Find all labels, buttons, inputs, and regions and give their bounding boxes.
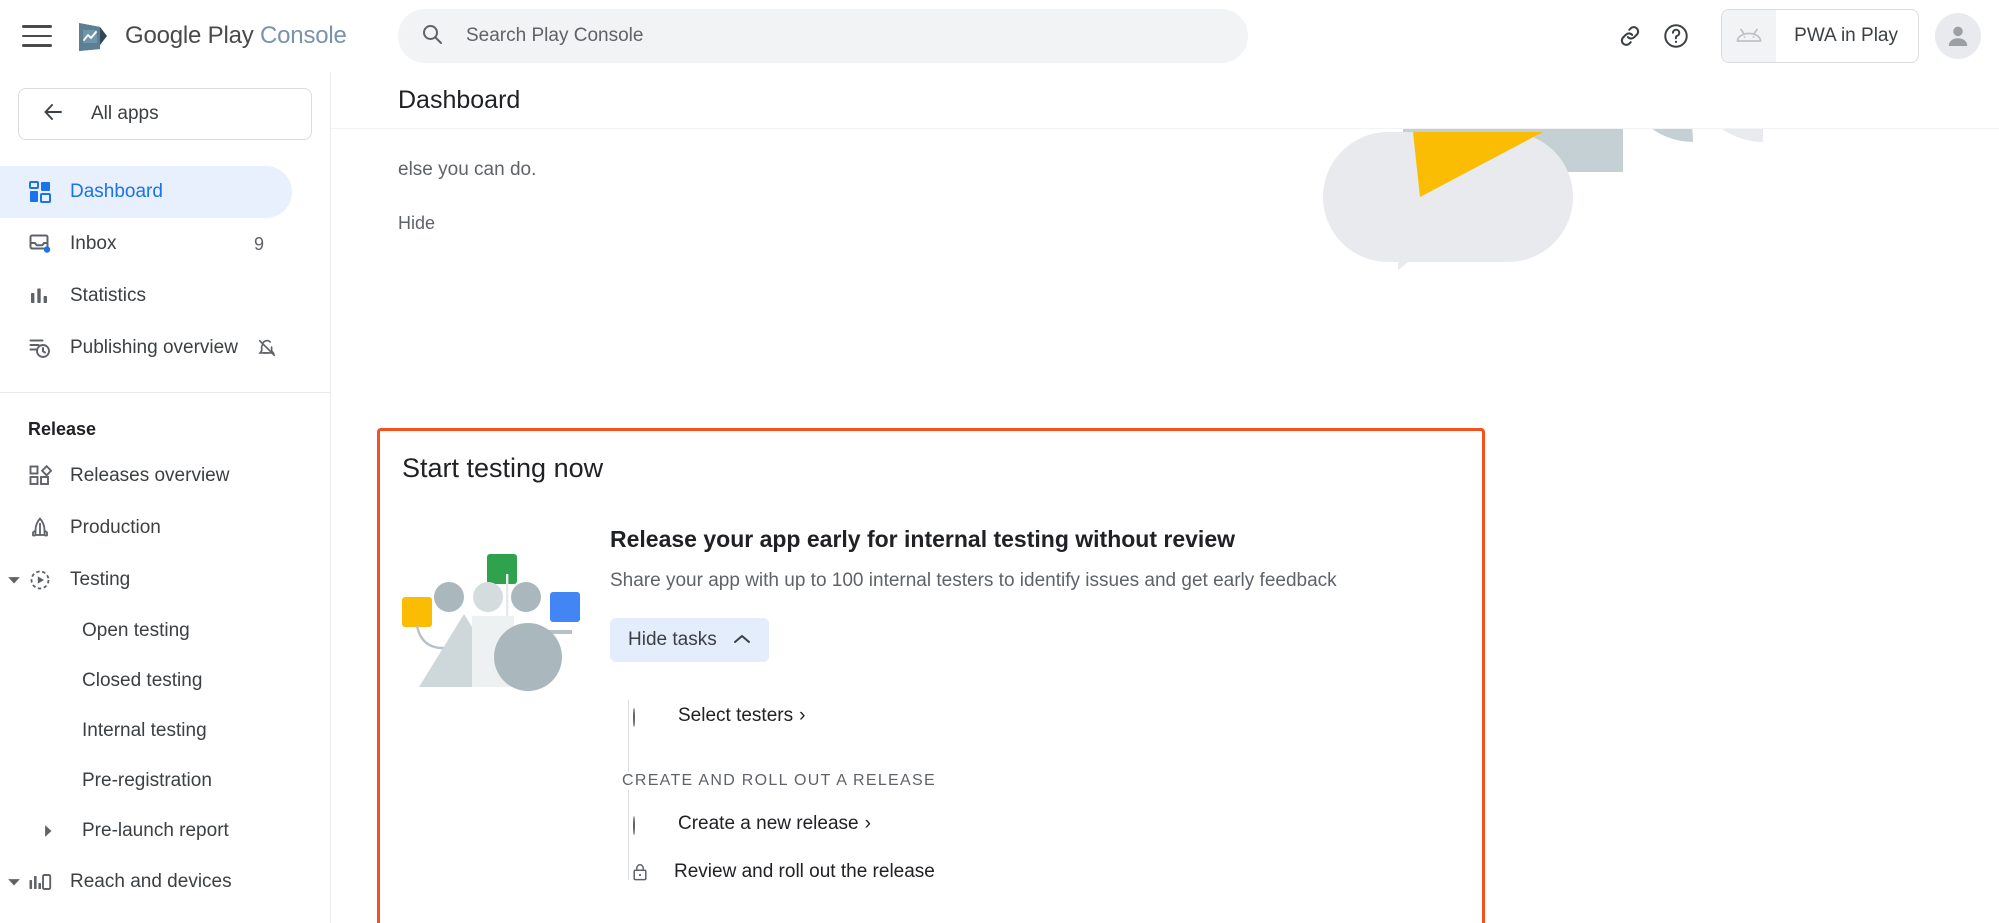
top-bar-actions: PWA in Play	[1607, 0, 1981, 72]
chevron-down-icon[interactable]	[4, 875, 24, 889]
testing-play-icon	[28, 568, 58, 592]
sidebar-item-label: Statistics	[70, 285, 146, 307]
intro-trailing-text: else you can do.	[331, 130, 1999, 179]
arrow-left-icon	[41, 100, 65, 129]
all-apps-label: All apps	[91, 103, 159, 125]
sidebar-item-label: Pre-launch report	[82, 820, 229, 842]
task-label: Select testers ›	[678, 705, 805, 727]
card-heading: Release your app early for internal test…	[610, 526, 1482, 553]
sidebar-item-label: Publishing overview	[70, 337, 238, 359]
releases-overview-icon	[28, 464, 58, 488]
circle-outline-icon	[633, 709, 647, 723]
brand-title: Google Play Console	[125, 22, 347, 50]
task-label: Create a new release ›	[678, 813, 871, 835]
dashboard-grid-icon	[28, 180, 58, 204]
search-icon	[420, 22, 444, 51]
sidebar-item-inbox[interactable]: Inbox 9	[0, 218, 330, 270]
lock-icon	[632, 863, 648, 881]
android-icon	[1722, 10, 1776, 62]
chevron-down-icon[interactable]	[4, 573, 24, 587]
testing-illustration	[402, 526, 592, 896]
sidebar-item-label: Open testing	[82, 620, 190, 642]
account-avatar-icon[interactable]	[1935, 13, 1981, 59]
inbox-badge: 9	[254, 234, 264, 255]
publishing-clock-icon	[28, 336, 58, 360]
task-item-create-a-new-release[interactable]: Create a new release ›	[622, 800, 1482, 848]
sidebar-item-closed-testing[interactable]: Closed testing	[0, 656, 330, 706]
sidebar-nav-primary: Dashboard Inbox 9	[0, 166, 330, 908]
left-sidebar: All apps Dashboard	[0, 72, 331, 923]
circle-outline-icon	[633, 817, 647, 831]
sidebar-item-pre-registration[interactable]: Pre-registration	[0, 756, 330, 806]
app-selector[interactable]: PWA in Play	[1721, 9, 1919, 63]
search-input[interactable]: Search Play Console	[398, 9, 1248, 63]
task-list: Select testers › CREATE AND ROLL OUT A R…	[610, 692, 1482, 896]
hide-tasks-label: Hide tasks	[628, 629, 717, 651]
sidebar-item-production[interactable]: Production	[0, 502, 330, 554]
app-selector-label: PWA in Play	[1794, 25, 1898, 47]
notifications-off-icon[interactable]	[256, 337, 278, 359]
card-title: Start testing now	[380, 431, 1482, 484]
task-item-select-testers[interactable]: Select testers ›	[622, 692, 1482, 740]
task-text: Select testers	[678, 705, 793, 727]
inbox-icon	[28, 232, 58, 256]
brand-primary: Google Play	[125, 22, 254, 49]
sidebar-item-label: Dashboard	[70, 181, 163, 203]
sidebar-item-statistics[interactable]: Statistics	[0, 270, 330, 322]
sidebar-item-label: Production	[70, 517, 161, 539]
main-content: Dashboard else you can do. Hide Start te…	[331, 72, 1999, 923]
hide-intro-link[interactable]: Hide	[331, 213, 435, 234]
sidebar-section-title: Release	[0, 393, 330, 450]
chevron-right-icon: ›	[799, 705, 805, 727]
task-text: Create a new release	[678, 813, 859, 835]
sidebar-item-pre-launch-report[interactable]: Pre-launch report	[0, 806, 330, 856]
sidebar-item-label: Closed testing	[82, 670, 202, 692]
page-title: Dashboard	[398, 86, 520, 115]
help-circle-icon[interactable]	[1653, 13, 1699, 59]
card-body: Release your app early for internal test…	[380, 484, 1482, 896]
brand-logo-link[interactable]: Google Play Console	[76, 19, 347, 53]
sidebar-item-reach-and-devices[interactable]: Reach and devices	[0, 856, 330, 908]
chevron-right-icon[interactable]	[38, 824, 58, 838]
card-subtitle: Share your app with up to 100 internal t…	[610, 570, 1482, 592]
hide-tasks-button[interactable]: Hide tasks	[610, 618, 769, 662]
sidebar-item-publishing-overview[interactable]: Publishing overview	[0, 322, 330, 374]
rocket-icon	[28, 516, 58, 540]
sidebar-item-label: Inbox	[70, 233, 116, 255]
sidebar-item-label: Reach and devices	[70, 871, 232, 893]
sidebar-item-label: Pre-registration	[82, 770, 212, 792]
chevron-right-icon: ›	[865, 813, 871, 835]
sidebar-item-dashboard[interactable]: Dashboard	[0, 166, 292, 218]
link-icon[interactable]	[1607, 13, 1653, 59]
reach-devices-icon	[28, 870, 58, 894]
sidebar-item-internal-testing[interactable]: Internal testing	[0, 706, 330, 756]
sidebar-item-testing[interactable]: Testing	[0, 554, 330, 606]
sidebar-item-label: Releases overview	[70, 465, 229, 487]
page-header: Dashboard	[331, 72, 1999, 129]
task-label: Review and roll out the release	[674, 861, 935, 883]
chevron-up-icon	[733, 629, 751, 651]
bar-chart-icon	[28, 284, 58, 308]
sidebar-item-releases-overview[interactable]: Releases overview	[0, 450, 330, 502]
task-group-title: CREATE AND ROLL OUT A RELEASE	[622, 772, 944, 790]
start-testing-now-card: Start testing now	[377, 428, 1485, 923]
sidebar-item-label: Internal testing	[82, 720, 207, 742]
sidebar-item-open-testing[interactable]: Open testing	[0, 606, 330, 656]
all-apps-button[interactable]: All apps	[18, 88, 312, 140]
brand-secondary: Console	[260, 22, 347, 49]
sidebar-item-label: Testing	[70, 569, 130, 591]
task-item-review-and-roll-out-the-release: Review and roll out the release	[622, 848, 1482, 896]
play-console-window: Google Play Console Search Play Console	[0, 0, 1999, 923]
hamburger-icon[interactable]	[22, 25, 52, 47]
search-placeholder: Search Play Console	[466, 25, 643, 47]
google-play-console-logo-icon	[76, 19, 112, 53]
scrolled-content-tail: else you can do. Hide	[331, 130, 1999, 234]
top-app-bar: Google Play Console Search Play Console	[0, 0, 1999, 72]
card-text-column: Release your app early for internal test…	[592, 526, 1482, 896]
